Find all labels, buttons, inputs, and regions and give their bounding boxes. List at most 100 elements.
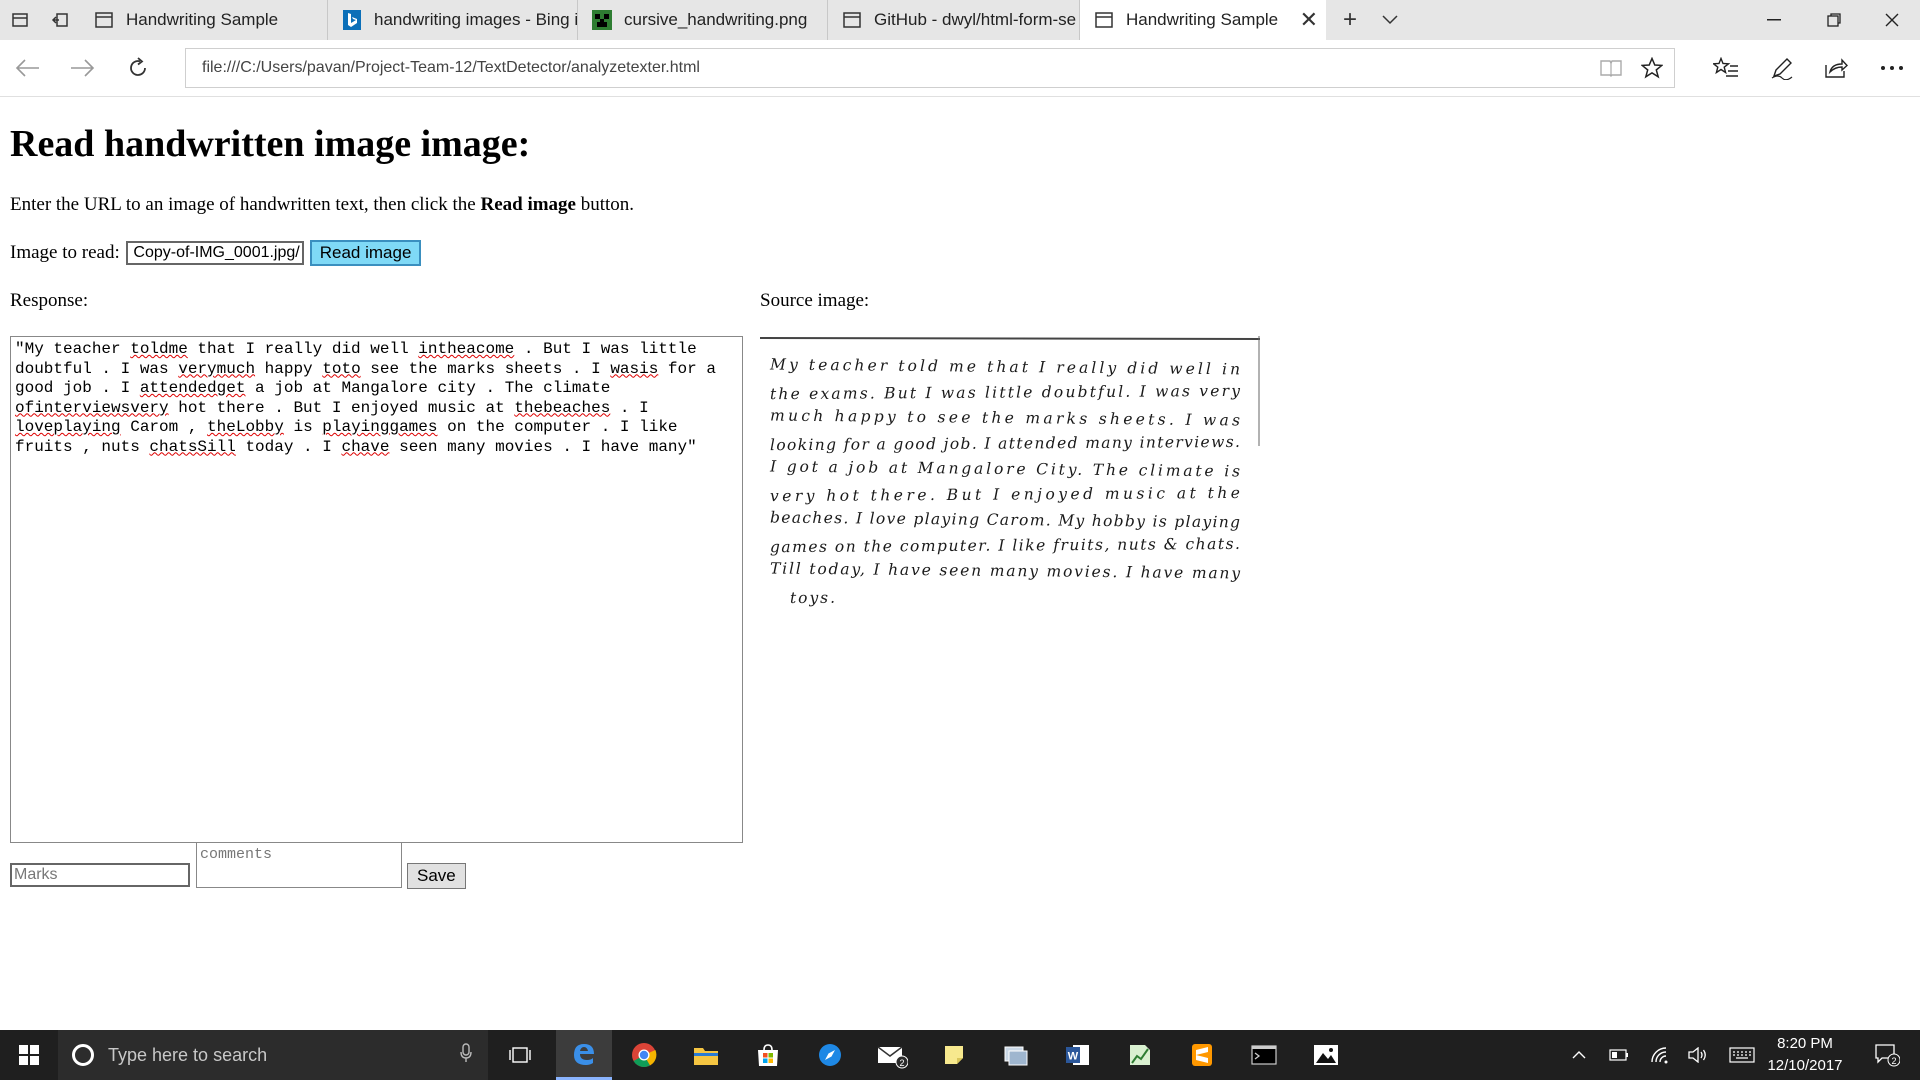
tabs-aside-icon[interactable] bbox=[0, 0, 40, 40]
response-text: see the marks sheets . I bbox=[360, 359, 611, 378]
save-button[interactable]: Save bbox=[407, 863, 466, 889]
marks-input[interactable] bbox=[10, 863, 190, 887]
sublime-text-icon[interactable] bbox=[1174, 1030, 1230, 1080]
command-prompt-icon[interactable] bbox=[1236, 1030, 1292, 1080]
tab-label: Handwriting Sample bbox=[1126, 10, 1279, 29]
file-explorer-icon[interactable] bbox=[678, 1030, 734, 1080]
handwriting-line: looking for a good job. I attended many … bbox=[770, 433, 1240, 454]
web-note-pen-icon[interactable] bbox=[1756, 40, 1808, 96]
taskbar: Type here to search 2 W 8:20 PM 12/10/20… bbox=[0, 1030, 1920, 1080]
response-text: today . I bbox=[235, 437, 342, 456]
new-tab-icon[interactable]: + bbox=[1330, 0, 1370, 40]
taskbar-search-box[interactable]: Type here to search bbox=[58, 1030, 488, 1080]
url-text: file:///C:/Users/pavan/Project-Team-12/T… bbox=[202, 59, 700, 76]
misspelled-word: chave bbox=[341, 437, 390, 456]
tab-label: GitHub - dwyl/html-form-se bbox=[874, 10, 1077, 29]
response-textarea[interactable]: "My teacher toldme that I really did wel… bbox=[10, 336, 743, 843]
task-view-icon[interactable] bbox=[492, 1030, 548, 1080]
response-text: seen many movies . I have many" bbox=[389, 437, 697, 456]
tab-preview-chevron-icon[interactable] bbox=[1370, 0, 1410, 40]
close-window-icon[interactable] bbox=[1864, 0, 1920, 40]
response-text: happy bbox=[255, 359, 323, 378]
notification-badge: 2 bbox=[1891, 1056, 1896, 1066]
word-icon[interactable]: W bbox=[1050, 1030, 1106, 1080]
handwriting-line: very hot there. But I enjoyed music at t… bbox=[770, 484, 1240, 505]
misspelled-word: ofinterviewsvery bbox=[15, 398, 169, 417]
system-clock[interactable]: 8:20 PM 12/10/2017 bbox=[1760, 1030, 1850, 1080]
comments-textarea[interactable] bbox=[196, 842, 402, 888]
tab-label: cursive_handwriting.png bbox=[624, 10, 808, 29]
forward-icon[interactable] bbox=[56, 40, 108, 96]
close-tab-icon[interactable]: ✕ bbox=[1300, 7, 1318, 33]
sticky-notes-icon[interactable] bbox=[926, 1030, 982, 1080]
misspelled-word: toldme bbox=[130, 340, 188, 358]
clock-date: 12/10/2017 bbox=[1767, 1057, 1843, 1074]
reading-view-icon[interactable] bbox=[1591, 49, 1631, 87]
photos-app-icon[interactable] bbox=[988, 1030, 1044, 1080]
misspelled-word: loveplaying bbox=[15, 418, 121, 436]
url-field[interactable]: file:///C:/Users/pavan/Project-Team-12/T… bbox=[185, 48, 1675, 88]
read-image-button[interactable]: Read image bbox=[309, 240, 422, 266]
tab-cursive-handwriting[interactable]: cursive_handwriting.png bbox=[578, 0, 828, 40]
wifi-icon[interactable] bbox=[1642, 1030, 1678, 1080]
tab-github[interactable]: GitHub - dwyl/html-form-se bbox=[828, 0, 1080, 40]
tab-bing-images[interactable]: handwriting images - Bing i bbox=[328, 0, 578, 40]
restore-icon[interactable] bbox=[1806, 0, 1862, 40]
page-icon bbox=[94, 10, 114, 30]
response-text: Carom , bbox=[120, 418, 208, 436]
misspelled-word: wasis bbox=[610, 359, 659, 378]
misspelled-word: toto bbox=[322, 359, 361, 378]
instructions: Enter the URL to an image of handwritten… bbox=[10, 194, 634, 216]
more-options-icon[interactable] bbox=[1866, 40, 1918, 96]
misspelled-word: verymuch bbox=[178, 359, 256, 378]
instruction-suffix: button. bbox=[575, 194, 635, 215]
edge-browser-icon[interactable] bbox=[556, 1030, 612, 1080]
image-url-input[interactable] bbox=[125, 241, 304, 265]
chrome-icon[interactable] bbox=[616, 1030, 672, 1080]
search-placeholder: Type here to search bbox=[108, 1044, 268, 1065]
safari-compass-icon[interactable] bbox=[802, 1030, 858, 1080]
set-tabs-aside-icon[interactable] bbox=[40, 0, 80, 40]
photos-viewer-icon[interactable] bbox=[1298, 1030, 1354, 1080]
svg-text:W: W bbox=[1068, 1051, 1079, 1063]
windows-start-icon[interactable] bbox=[0, 1030, 58, 1080]
tab-bar: Handwriting Sample handwriting images - … bbox=[0, 0, 1920, 40]
misspelled-word: playinggames bbox=[322, 418, 438, 436]
show-hidden-icons-chevron-icon[interactable] bbox=[1562, 1030, 1596, 1080]
microphone-icon[interactable] bbox=[460, 1042, 472, 1068]
source-image-label: Source image: bbox=[760, 290, 870, 311]
cortana-icon bbox=[72, 1044, 94, 1066]
misspelled-word: theLobby bbox=[207, 418, 284, 436]
handwriting-line: the exams. But I was little doubtful. I … bbox=[770, 382, 1240, 403]
page-icon bbox=[842, 10, 862, 30]
address-toolbar: file:///C:/Users/pavan/Project-Team-12/T… bbox=[0, 40, 1920, 97]
refresh-icon[interactable] bbox=[112, 40, 164, 96]
response-label: Response: bbox=[10, 290, 89, 311]
favorite-star-icon[interactable] bbox=[1632, 49, 1672, 87]
battery-icon[interactable] bbox=[1602, 1030, 1636, 1080]
bing-icon bbox=[342, 10, 362, 30]
store-icon[interactable] bbox=[740, 1030, 796, 1080]
page-icon bbox=[1094, 10, 1114, 30]
creeper-icon bbox=[592, 10, 612, 30]
misspelled-word: chatsSill bbox=[149, 437, 236, 456]
action-center-icon[interactable]: 2 bbox=[1862, 1030, 1912, 1080]
spreadsheet-chart-icon[interactable] bbox=[1112, 1030, 1168, 1080]
minimize-icon[interactable] bbox=[1746, 0, 1802, 40]
misspelled-word: intheacome bbox=[418, 340, 515, 358]
mail-icon[interactable]: 2 bbox=[864, 1030, 920, 1080]
back-icon[interactable] bbox=[2, 40, 54, 96]
response-text: is bbox=[283, 418, 323, 436]
tab-handwriting-sample-1[interactable]: Handwriting Sample bbox=[80, 0, 328, 40]
share-icon[interactable] bbox=[1810, 40, 1862, 96]
response-text: that I really did well bbox=[187, 340, 419, 358]
misspelled-word: thebeaches bbox=[514, 398, 611, 417]
keyboard-icon[interactable] bbox=[1722, 1030, 1762, 1080]
instruction-prefix: Enter the URL to an image of handwritten… bbox=[10, 194, 481, 215]
page-title: Read handwritten image image: bbox=[10, 123, 531, 165]
favorites-hub-icon[interactable] bbox=[1700, 40, 1752, 96]
volume-icon[interactable] bbox=[1680, 1030, 1716, 1080]
response-text: hot there . But I enjoyed music at bbox=[168, 398, 515, 417]
tab-handwriting-sample-active[interactable]: Handwriting Sample ✕ bbox=[1080, 0, 1326, 40]
source-handwriting-image: My teacher told me that I really did wel… bbox=[760, 336, 1260, 636]
